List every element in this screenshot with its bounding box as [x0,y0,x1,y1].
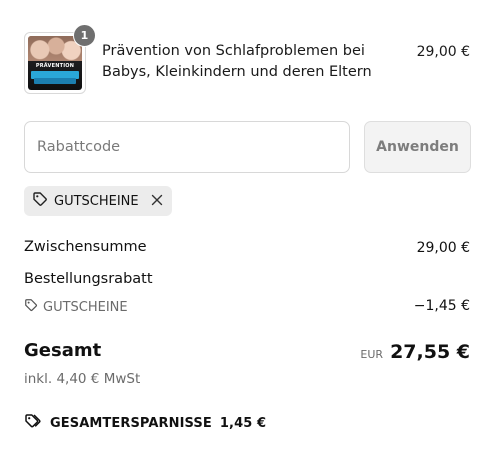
product-thumbnail: PRÄVENTION 1 [24,24,96,94]
order-discount-label: Bestellungsrabatt [24,271,153,287]
discount-value: −1,45 € [413,298,470,314]
subtotal-label: Zwischensumme [24,239,147,255]
tax-note: inkl. 4,40 € MwSt [24,371,141,387]
total-savings: GESAMTERSPARNISSE 1,45 € [24,413,266,433]
apply-discount-button[interactable]: Anwenden [364,121,471,173]
product-title: Prävention von Schlafproblemen bei Babys… [102,43,372,80]
close-icon[interactable] [151,193,163,209]
subtotal-value: 29,00 € [416,240,470,256]
product-price: 29,00 € [416,44,470,60]
applied-discount-chip: GUTSCHEINE [24,186,172,216]
total-price: EUR 27,55 € [360,341,470,363]
discount-code-input[interactable] [24,121,350,173]
total-label: Gesamt [24,340,102,361]
tag-icon [32,191,48,211]
thumbnail-title: PRÄVENTION [35,63,75,69]
tag-icon [24,298,38,316]
currency-code: EUR [360,348,384,361]
savings-value: 1,45 € [219,415,267,431]
total-amount: 27,55 € [390,341,470,363]
quantity-badge: 1 [73,24,96,47]
discount-code-name: GUTSCHEINE [43,299,128,315]
discount-code-row: GUTSCHEINE [24,298,128,316]
tags-icon [24,413,42,433]
thumbnail-subtitle-bar [34,78,76,85]
savings-label: GESAMTERSPARNISSE [50,415,212,431]
applied-discount-code: GUTSCHEINE [54,193,139,209]
